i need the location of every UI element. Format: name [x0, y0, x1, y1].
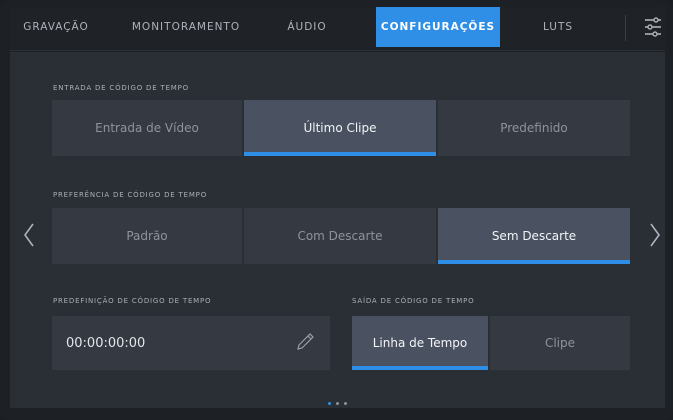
timecode-preference-selector: Padrão Com Descarte Sem Descarte — [52, 208, 630, 264]
option-non-drop-frame[interactable]: Sem Descarte — [438, 208, 630, 264]
option-last-clip[interactable]: Último Clipe — [244, 100, 438, 156]
timecode-input-selector: Entrada de Vídeo Último Clipe Predefinid… — [52, 100, 630, 156]
option-timeline[interactable]: Linha de Tempo — [352, 316, 490, 370]
top-tab-bar: GRAVAÇÃO MONITORAMENTO ÁUDIO CONFIGURAÇÕ… — [10, 7, 665, 51]
timecode-output-selector: Linha de Tempo Clipe — [352, 316, 630, 370]
tab-audio[interactable]: ÁUDIO — [282, 7, 332, 47]
timecode-preset-value: 00:00:00:00 — [66, 335, 146, 351]
timecode-input-label: ENTRADA DE CÓDIGO DE TEMPO — [53, 84, 189, 92]
tab-monitoring[interactable]: MONITORAMENTO — [122, 7, 250, 47]
sliders-icon[interactable] — [643, 15, 663, 39]
timecode-preset-field[interactable]: 00:00:00:00 — [52, 316, 330, 370]
tab-luts[interactable]: LUTS — [534, 7, 582, 47]
timecode-output-label: SAÍDA DE CÓDIGO DE TEMPO — [352, 297, 475, 305]
tab-recording[interactable]: GRAVAÇÃO — [22, 7, 90, 47]
option-video-input[interactable]: Entrada de Vídeo — [52, 100, 244, 156]
timecode-preset-label: PREDEFINIÇÃO DE CÓDIGO DE TEMPO — [53, 297, 212, 305]
option-default[interactable]: Padrão — [52, 208, 244, 264]
tab-divider — [625, 15, 626, 41]
chevron-right-icon[interactable] — [648, 222, 662, 248]
page-dot-1[interactable] — [328, 402, 331, 405]
tab-settings[interactable]: CONFIGURAÇÕES — [376, 7, 500, 47]
option-preset[interactable]: Predefinido — [438, 100, 630, 156]
screen-frame: GRAVAÇÃO MONITORAMENTO ÁUDIO CONFIGURAÇÕ… — [0, 0, 673, 420]
pencil-icon[interactable] — [294, 331, 316, 353]
chevron-left-icon[interactable] — [22, 222, 36, 248]
option-drop-frame[interactable]: Com Descarte — [244, 208, 438, 264]
option-clip[interactable]: Clipe — [490, 316, 630, 370]
page-dot-2[interactable] — [336, 402, 339, 405]
page-indicator — [328, 402, 347, 405]
page-dot-3[interactable] — [344, 402, 347, 405]
timecode-preference-label: PREFERÊNCIA DE CÓDIGO DE TEMPO — [53, 191, 208, 199]
